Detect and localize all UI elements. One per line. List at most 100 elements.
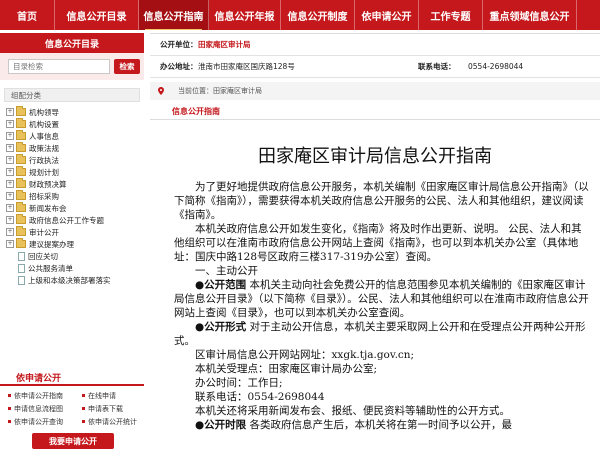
tree-item-label: 新闻发布会 [29,203,67,213]
nav-topics[interactable]: 工作专题 [419,0,483,30]
info-table: 公开单位： 田家庵区审计局 办公地址： 淮南市田家庵区国庆路128号 联系电话：… [150,33,600,78]
tree-item-label: 审计公开 [29,227,59,237]
tree-item-label: 上级和本级决策部署落实 [28,275,111,285]
doc-office-line: 本机关受理点：田家庵区审计局办公室; [195,363,378,375]
category-header: 组配分类 [4,88,140,102]
tree-item[interactable]: + 财政预决算 [6,178,144,190]
folder-icon [16,238,26,248]
address-label: 办公地址： [160,62,198,71]
info-row-address: 办公地址： 淮南市田家庵区国庆路128号 联系电话： 0554-2698044 [150,56,600,78]
tree-item[interactable]: + 建议提案办理 [6,238,144,250]
tree-item[interactable]: + 人事信息 [6,130,144,142]
tree-item[interactable]: + 政策法规 [6,142,144,154]
bullet-icon [8,407,11,410]
nav-key-areas[interactable]: 重点领域信息公开 [483,0,577,30]
catalog-title: 信息公开目录 [0,33,144,53]
bullet-icon [82,407,85,410]
expand-icon[interactable]: + [6,132,14,140]
apply-link[interactable]: 申请信息流程图 [8,403,82,414]
document-body: 为了更好地提供政府信息公开服务，本机关编制《田家庵区审计局信息公开指南》（以下简… [150,180,590,432]
tree-item-label: 建议提案办理 [29,239,74,249]
tree-item-label: 财政预决算 [29,179,67,189]
phone-value: 0554-2698044 [468,62,524,71]
expand-icon[interactable]: + [6,216,14,224]
document-icon [18,263,25,273]
doc-para-time: ●公开时限 各类政府信息产生后，本机关将在第一时间予以公开，最 [174,418,590,432]
expand-icon[interactable]: + [6,144,14,152]
doc-para-intro: 为了更好地提供政府信息公开服务，本机关编制《田家庵区审计局信息公开指南》（以下简… [174,181,589,221]
apply-box: 依申请公开 依申请公开指南 在线申请 申请信息流程图 申请表下载 依申请公开查询 依申请公… [0,370,144,449]
tree-item[interactable]: + 审计公开 [6,226,144,238]
form-label: ●公开形式 [195,321,247,333]
breadcrumb-prefix: 当前位置： [178,87,213,95]
unit-label: 公开单位： [160,40,198,49]
time-text: 各类政府信息产生后，本机关将在第一时间予以公开，最 [246,419,513,431]
nav-system[interactable]: 信息公开制度 [281,0,355,30]
expand-icon[interactable]: + [6,204,14,212]
expand-icon[interactable]: + [6,180,14,188]
tree-item[interactable]: + 规划计划 [6,166,144,178]
tree-item-label: 公共服务清单 [28,263,73,273]
tree-item-label: 政策法规 [29,143,59,153]
apply-link[interactable]: 申请表下载 [82,403,152,414]
doc-para-update: 本机关政府信息公开如发生变化，《指南》将及时作出更新、说明。 公民、法人和其他组… [174,223,582,263]
apply-link-label: 依申请公开统计 [88,417,137,426]
tree-item[interactable]: + 行政执法 [6,154,144,166]
section-tab: 信息公开指南 [150,104,600,120]
apply-link[interactable]: 依申请公开统计 [82,416,152,427]
tree-item[interactable]: 回应关切 [6,250,144,262]
expand-icon[interactable]: + [6,168,14,176]
apply-link[interactable]: 依申请公开查询 [8,416,82,427]
nav-home[interactable]: 首页 [0,0,55,30]
apply-button[interactable]: 我要申请公开 [32,433,114,449]
doc-phone-line: 联系电话：0554-2698044 [195,391,325,403]
tree-item[interactable]: + 机构设置 [6,118,144,130]
document-icon [18,251,25,261]
location-pin-icon [158,87,164,95]
apply-link-label: 申请信息流程图 [14,404,63,413]
apply-title: 依申请公开 [0,370,144,386]
scope-label: ●公开范围 [195,279,247,291]
apply-link[interactable]: 在线申请 [82,390,152,401]
tree-item-label: 政府信息公开工作专题 [29,215,104,225]
bullet-icon [8,420,11,423]
tree-item[interactable]: + 机构领导 [6,106,144,118]
phone-label: 联系电话： [418,62,456,71]
tree-item[interactable]: 公共服务清单 [6,262,144,274]
tree-item[interactable]: + 新闻发布会 [6,202,144,214]
unit-value: 田家庵区审计局 [198,40,251,49]
folder-icon [16,202,26,212]
tree-item[interactable]: + 招标采购 [6,190,144,202]
tree-item-label: 人事信息 [29,131,59,141]
bullet-icon [8,394,11,397]
sidebar: 信息公开目录 检索 组配分类 + 机构领导 + 机构设置 + 人事信息 + 政策法规 + 行政执法… [0,33,144,471]
tree-item-label: 机构设置 [29,119,59,129]
nav-catalog[interactable]: 信息公开目录 [55,0,139,30]
expand-icon[interactable]: + [6,120,14,128]
catalog-search-button[interactable]: 检索 [114,59,140,74]
nav-guide-label: 信息公开指南 [143,11,204,23]
apply-links: 依申请公开指南 在线申请 申请信息流程图 申请表下载 依申请公开查询 依申请公开统计 [0,386,144,427]
tree-item[interactable]: 上级和本级决策部署落实 [6,274,144,286]
top-nav: 首页 信息公开目录 信息公开指南 信息公开年报 信息公开制度 依申请公开 工作专… [0,0,600,30]
expand-icon[interactable]: + [6,240,14,248]
nav-annual-report[interactable]: 信息公开年报 [209,0,281,30]
tree-item[interactable]: + 政府信息公开工作专题 [6,214,144,226]
nav-guide[interactable]: 信息公开指南 [139,0,209,30]
expand-icon[interactable]: + [6,108,14,116]
apply-link[interactable]: 依申请公开指南 [8,390,82,401]
catalog-search-input[interactable] [8,59,110,74]
expand-icon[interactable]: + [6,156,14,164]
breadcrumb-path[interactable]: 田家庵区审计局 [213,86,262,96]
folder-icon [16,178,26,188]
folder-icon [16,106,26,116]
doc-hours-line: 办公时间：工作日; [195,377,283,389]
doc-para-form: ●公开形式 对于主动公开信息，本机关主要采取网上公开和在受理点公开两种公开形式。 [174,320,590,348]
folder-icon [16,214,26,224]
tree-item-label: 招标采购 [29,191,59,201]
expand-icon[interactable]: + [6,192,14,200]
tree-item-label: 规划计划 [29,167,59,177]
nav-apply[interactable]: 依申请公开 [355,0,419,30]
expand-icon[interactable]: + [6,228,14,236]
tree-item-label: 机构领导 [29,107,59,117]
